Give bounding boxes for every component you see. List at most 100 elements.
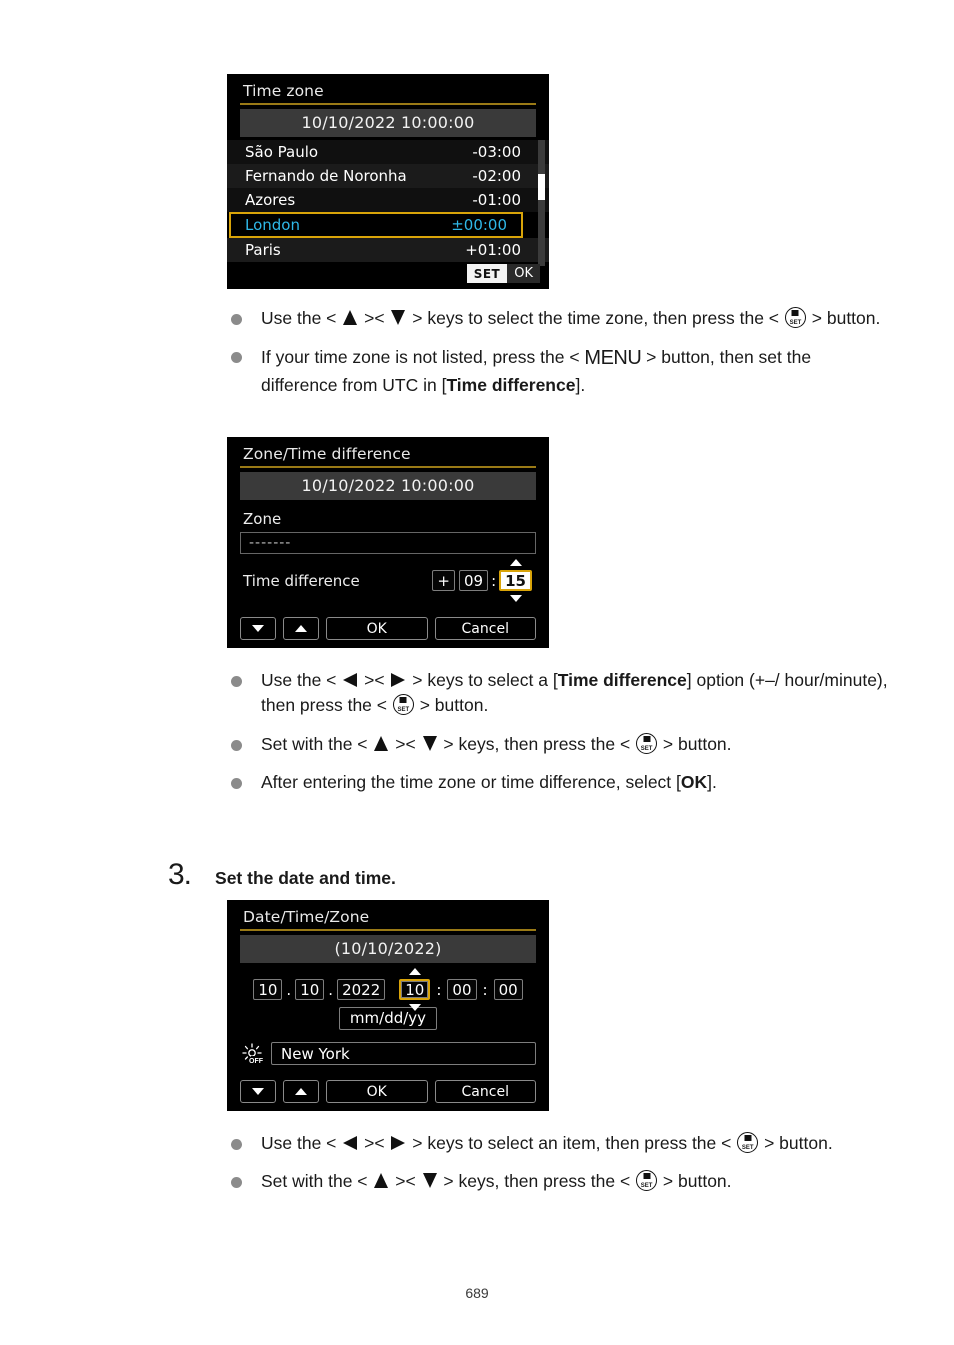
arrow-up-key-icon [343,310,358,325]
bullet-dot-icon [231,676,242,687]
zone-input[interactable]: ------- [240,532,536,554]
set-key-badge: SET [466,264,508,283]
minute-stepper[interactable]: 00 [447,979,477,1000]
svg-text:OFF: OFF [249,1058,264,1065]
scroll-down-button[interactable] [240,1080,276,1103]
caret-down-icon[interactable] [509,595,522,602]
bullet-dot-icon [231,778,242,790]
step-number: 3. [168,858,192,891]
cancel-button[interactable]: Cancel [434,617,536,640]
time-separator: : [491,571,497,590]
list-item: If your time zone is not listed, press t… [231,344,891,398]
arrow-up-key-icon [374,1173,389,1189]
time-difference-fields: + 09 : 15 [432,559,536,602]
date-time-screen-title: Date/Time/Zone [227,900,549,931]
date-separator: . [286,980,292,999]
scrollbar-track[interactable] [538,140,545,266]
zone-diff-datetime-bar: 10/10/2022 10:00:00 [240,472,536,500]
time-zone-datetime-bar: 10/10/2022 10:00:00 [240,109,536,137]
cancel-button[interactable]: Cancel [434,1080,536,1103]
triangle-down-icon [252,1088,264,1095]
time-separator: : [482,980,488,999]
arrow-left-key-icon [343,673,358,687]
caret-up-icon[interactable] [509,559,522,566]
triangle-down-icon [252,625,264,632]
arrow-down-key-icon [391,310,406,325]
title-underline [240,929,536,931]
time-zone-offset: ±00:00 [451,216,507,234]
bullet-dot-icon [231,1177,242,1189]
ok-button[interactable]: OK [326,1080,428,1103]
sign-stepper[interactable]: + [432,570,455,591]
time-zone-offset: -01:00 [472,191,521,209]
time-zone-name: Fernando de Noronha [245,167,407,185]
time-difference-row: Time difference + 09 : 15 [243,559,536,602]
triangle-up-icon [295,1088,307,1095]
time-zone-offset: -03:00 [472,143,521,161]
hours-stepper[interactable]: 09 [458,570,489,591]
instruction-text: Use the < >< > keys to select a [Time di… [261,670,888,716]
caret-up-icon[interactable] [408,968,421,975]
date-format-selector[interactable]: mm/dd/yy [338,1007,438,1030]
instruction-text: Set with the < >< > keys, then press the… [261,1170,732,1192]
scrollbar-thumb[interactable] [538,174,545,200]
date-time-zone-screen: Date/Time/Zone (10/10/2022) 10 . 10 . 20… [227,900,549,1111]
set-button-icon: SET [784,307,806,328]
scroll-up-button[interactable] [283,1080,319,1103]
time-zone-list: São Paulo -03:00 Fernando de Noronha -02… [227,140,549,266]
arrow-up-key-icon [374,735,389,751]
second-stepper[interactable]: 00 [493,979,523,1000]
arrow-right-key-icon [391,673,406,687]
bullet-dot-icon [231,1139,242,1150]
time-zone-name: Azores [245,191,296,209]
time-zone-offset: -02:00 [472,167,521,185]
bullet-dot-icon [231,739,242,751]
list-item-selected[interactable]: London ±00:00 [229,212,523,238]
triangle-up-icon [295,625,307,632]
instructions-after-zone-diff: Use the < >< > keys to select a [Time di… [231,668,891,796]
time-difference-label: Time difference [243,571,360,590]
time-zone-name: Paris [245,241,281,259]
day-stepper[interactable]: 10 [295,979,325,1000]
instruction-text: Use the < >< > keys to select an item, t… [261,1132,833,1153]
date-time-title-text: Date/Time/Zone [243,908,370,926]
time-zone-title-text: Time zone [243,82,324,100]
time-separator: : [436,980,442,999]
instruction-text: Use the < >< > keys to select the time z… [261,307,881,328]
daylight-saving-off-icon[interactable]: OFF [240,1042,264,1065]
zone-row: OFF New York [240,1042,536,1065]
date-separator: . [328,980,334,999]
zone-diff-button-row: OK Cancel [240,617,536,640]
date-time-fields: 10 . 10 . 2022 10 : 00 : 00 [227,968,549,1011]
zone-name-field[interactable]: New York [271,1042,536,1065]
ok-hint-label: OK [514,266,533,281]
scroll-down-button[interactable] [240,617,276,640]
list-item: Use the < >< > keys to select an item, t… [231,1131,891,1156]
instruction-text: Set with the < >< > keys, then press the… [261,732,732,754]
month-stepper[interactable]: 10 [253,979,283,1000]
instruction-text: If your time zone is not listed, press t… [261,347,812,396]
hour-stepper[interactable]: 10 [399,979,431,1000]
caret-down-icon[interactable] [408,1004,421,1011]
list-item: Use the < >< > keys to select a [Time di… [231,668,891,719]
set-button-icon: SET [392,694,414,716]
ok-button[interactable]: OK [326,617,428,640]
set-button-icon: SET [636,732,658,754]
list-item[interactable]: Azores -01:00 [227,188,549,212]
title-underline [240,103,536,105]
hour-stepper-wrap: 10 [399,968,431,1011]
set-ok-hint: SET OK [466,264,540,283]
list-item: Set with the < >< > keys, then press the… [231,732,891,757]
year-stepper[interactable]: 2022 [337,979,386,1000]
zone-time-difference-screen: Zone/Time difference 10/10/2022 10:00:00… [227,437,549,648]
minutes-stepper[interactable]: 15 [499,570,532,591]
instructions-after-time-zone: Use the < >< > keys to select the time z… [231,306,891,399]
scroll-up-button[interactable] [283,617,319,640]
time-zone-screen-title: Time zone [227,74,549,105]
time-zone-offset: +01:00 [465,241,521,259]
title-underline [240,466,536,468]
bullet-dot-icon [231,352,242,364]
list-item[interactable]: Fernando de Noronha -02:00 [227,164,549,188]
list-item[interactable]: Paris +01:00 [227,238,549,262]
list-item[interactable]: São Paulo -03:00 [227,140,549,164]
